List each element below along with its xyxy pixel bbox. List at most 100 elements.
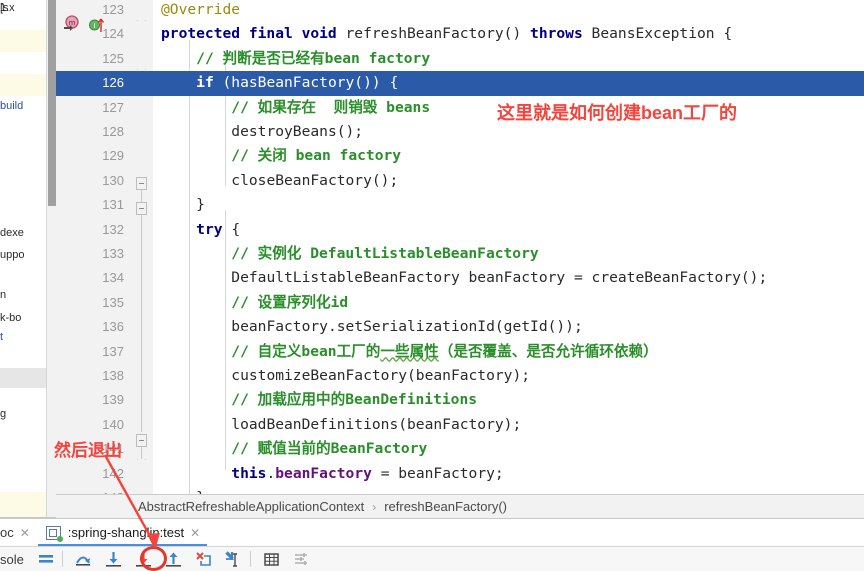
- line-number: 140: [102, 416, 124, 432]
- code-editor[interactable]: m I 123 @Override 124 protected final void …: [56, 0, 864, 494]
- code-line[interactable]: // 加载应用中的BeanDefinitions: [153, 388, 864, 412]
- code-token: }: [196, 196, 205, 214]
- close-icon[interactable]: ✕: [190, 526, 200, 540]
- line-number: 139: [102, 392, 124, 408]
- code-token: .: [266, 464, 276, 482]
- code-token: protected final void: [161, 25, 346, 43]
- line-number: 135: [102, 294, 124, 310]
- code-line[interactable]: @Override: [153, 0, 864, 22]
- line-number: 127: [102, 99, 124, 115]
- code-line[interactable]: destroyBeans();: [153, 120, 864, 144]
- code-line[interactable]: loadBeanDefinitions(beanFactory);: [153, 413, 864, 437]
- left-panel-text-fragment[interactable]: t: [0, 331, 3, 343]
- breadcrumb[interactable]: AbstractRefreshableApplicationContext › …: [56, 494, 864, 518]
- tab-partial-label: oc: [0, 525, 14, 540]
- code-token: // 赋值当前的BeanFactory: [231, 440, 428, 458]
- fold-marker-collapse[interactable]: [136, 177, 147, 190]
- code-line[interactable]: // 自定义bean工厂的一些属性（是否覆盖、是否允许循环依赖）: [153, 340, 864, 364]
- code-line[interactable]: }: [153, 486, 864, 494]
- code-token: try: [196, 220, 232, 238]
- code-line[interactable]: // 判断是否已经有bean factory: [153, 47, 864, 71]
- console-label-fragment: sole: [0, 551, 24, 567]
- left-panel-text-fragment[interactable]: g: [0, 408, 6, 420]
- show-execution-point-icon[interactable]: [34, 548, 57, 571]
- code-token: if: [196, 74, 223, 92]
- code-line[interactable]: // 关闭 bean factory: [153, 144, 864, 168]
- line-number: 131: [102, 197, 124, 213]
- line-number: 130: [102, 172, 124, 188]
- line-number: 129: [102, 148, 124, 164]
- line-number: 138: [102, 368, 124, 383]
- code-line[interactable]: this.beanFactory = beanFactory;: [153, 462, 864, 486]
- code-token: (hasBeanFactory()) {: [222, 74, 399, 92]
- left-panel-text-fragment[interactable]: dexe: [0, 227, 24, 239]
- code-line[interactable]: try {: [153, 218, 864, 242]
- step-over-icon[interactable]: [72, 548, 95, 571]
- code-line[interactable]: protected final void refreshBeanFactory(…: [153, 22, 864, 46]
- fold-line: [141, 215, 142, 432]
- code-token: beanFactory: [275, 464, 372, 482]
- left-partial-panel: 1.x [s build dexe uppo n k-bo t g: [0, 0, 56, 518]
- line-number: 134: [102, 270, 124, 286]
- code-line[interactable]: }: [153, 193, 864, 217]
- fold-marker-collapse[interactable]: [136, 434, 147, 447]
- code-token: // 如果存在 则销毁 beans: [231, 98, 431, 116]
- code-line[interactable]: // 设置序列化id: [153, 291, 864, 315]
- code-token: @Override: [161, 1, 241, 18]
- code-line[interactable]: // 如果存在 则销毁 beans: [153, 96, 864, 120]
- code-line[interactable]: DefaultListableBeanFactory beanFactory =…: [153, 266, 864, 290]
- code-line[interactable]: closeBeanFactory();: [153, 169, 864, 193]
- toolbar-divider: [250, 551, 251, 567]
- left-panel-text-fragment[interactable]: build: [0, 100, 23, 112]
- code-token: this: [231, 464, 267, 482]
- code-token: beanFactory.setSerializationId(getId());: [231, 318, 583, 336]
- code-token: }: [196, 489, 205, 494]
- code-line[interactable]: if (hasBeanFactory()) {: [153, 71, 864, 95]
- code-token: // 关闭 bean factory: [231, 147, 402, 165]
- left-panel-text-fragment[interactable]: [s: [0, 2, 9, 14]
- line-number: 124: [102, 26, 124, 42]
- line-number: 132: [102, 221, 124, 237]
- code-line[interactable]: // 实例化 DefaultListableBeanFactory: [153, 242, 864, 266]
- code-token: customizeBeanFactory(beanFactory);: [231, 367, 531, 384]
- left-panel-text-fragment[interactable]: k-bo: [0, 312, 21, 324]
- code-token: {: [231, 220, 241, 238]
- line-number: 136: [102, 319, 124, 335]
- code-line[interactable]: // 赋值当前的BeanFactory: [153, 437, 864, 461]
- code-token: 一些属性: [380, 342, 439, 360]
- code-line[interactable]: beanFactory.setSerializationId(getId());: [153, 315, 864, 339]
- code-token: refreshBeanFactory(): [345, 25, 531, 43]
- drop-frame-icon[interactable]: [192, 548, 215, 571]
- breadcrumb-separator: ›: [372, 499, 377, 514]
- code-token: DefaultListableBeanFactory beanFactory =…: [231, 269, 768, 287]
- left-panel-text-fragment[interactable]: uppo: [0, 249, 24, 261]
- code-token: // 自定义bean工厂的: [231, 342, 381, 360]
- line-number: 133: [102, 246, 124, 261]
- code-token: BeansException {: [591, 25, 733, 43]
- code-token: destroyBeans();: [231, 123, 364, 140]
- tab-partial[interactable]: oc ✕: [0, 525, 30, 540]
- code-token: // 设置序列化id: [231, 293, 349, 311]
- left-panel-scroll-thumb[interactable]: [48, 0, 56, 206]
- close-icon[interactable]: ✕: [20, 526, 30, 540]
- breadcrumb-method[interactable]: refreshBeanFactory(): [384, 499, 507, 514]
- toolbar-divider: [62, 551, 63, 567]
- left-panel-text-fragment[interactable]: n: [0, 289, 6, 301]
- code-token: throws: [530, 25, 592, 43]
- settings-icon[interactable]: [290, 548, 313, 571]
- code-token: // 实例化 DefaultListableBeanFactory: [231, 245, 539, 262]
- evaluate-expression-icon[interactable]: [260, 548, 283, 571]
- code-token: // 判断是否已经有bean factory: [196, 49, 431, 67]
- run-configuration-icon: [45, 525, 63, 542]
- code-token: loadBeanDefinitions(beanFactory);: [231, 415, 522, 433]
- line-number: 126: [102, 75, 124, 91]
- run-to-cursor-icon[interactable]: [222, 548, 245, 571]
- code-token: （是否覆盖、是否允许循环依赖）: [438, 342, 658, 360]
- fold-marker-collapse[interactable]: [136, 202, 147, 215]
- code-token: = beanFactory;: [371, 464, 504, 482]
- line-number: 137: [102, 343, 124, 359]
- line-number: 128: [102, 124, 124, 139]
- code-token: closeBeanFactory();: [231, 171, 399, 189]
- code-token: // 加载应用中的BeanDefinitions: [231, 391, 478, 409]
- code-line[interactable]: customizeBeanFactory(beanFactory);: [153, 364, 864, 388]
